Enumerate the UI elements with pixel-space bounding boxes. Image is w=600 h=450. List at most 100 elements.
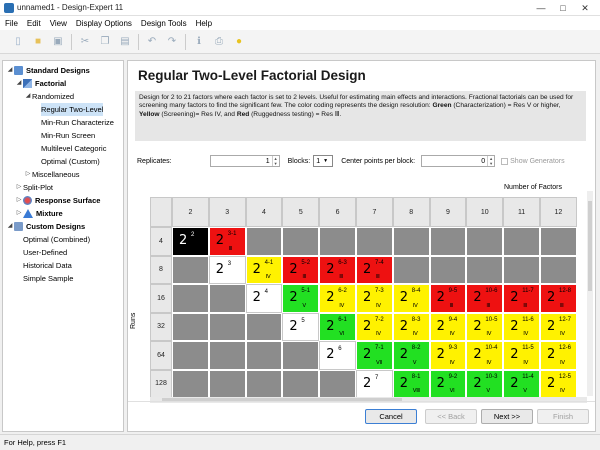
expand-arrow-icon[interactable]: ▷ (15, 181, 23, 194)
design-cell[interactable]: 2 9-4 Ⅳ (429, 312, 467, 341)
collapse-arrow-icon[interactable]: ◢ (24, 90, 32, 103)
design-cell[interactable]: 2 7-1 Ⅶ (356, 341, 393, 370)
tree-item[interactable]: ◢ Custom Designs (3, 220, 123, 233)
maximize-icon[interactable]: □ (552, 3, 574, 13)
cut-icon[interactable]: ✂ (77, 34, 93, 50)
tree-item[interactable]: Simple Sample (3, 272, 123, 285)
menu-display-options[interactable]: Display Options (76, 19, 132, 28)
tree-item[interactable]: Min-Run Characterize (3, 116, 123, 129)
tree-item[interactable]: ◢ Randomized (3, 90, 123, 103)
design-resolution: Ⅲ (376, 274, 380, 280)
open-folder-icon[interactable]: ■ (30, 34, 46, 50)
design-cell[interactable]: 2 11-5 Ⅳ (503, 341, 540, 370)
center-points-input[interactable]: 0 ▲ ▼ (421, 155, 496, 167)
info-icon[interactable]: ℹ (191, 34, 207, 50)
design-cell[interactable]: 2 8-1 Ⅷ (392, 369, 430, 397)
vertical-scrollbar[interactable] (587, 191, 593, 396)
design-cell[interactable]: 2 11-4 Ⅴ (503, 369, 540, 397)
redo-icon[interactable]: ↷ (164, 34, 180, 50)
design-cell[interactable]: 2 10-5 Ⅳ (466, 312, 504, 341)
expand-arrow-icon[interactable]: ▷ (15, 207, 23, 220)
design-cell[interactable]: 2 6-3 Ⅲ (319, 255, 356, 284)
design-cell[interactable]: 2 12-5 Ⅳ (540, 369, 577, 397)
collapse-arrow-icon[interactable]: ◢ (6, 64, 14, 77)
tip-bulb-icon[interactable]: ● (231, 34, 247, 50)
design-cell[interactable]: 2 10-6 Ⅲ (466, 284, 504, 313)
tree-item[interactable]: ▷ Mixture (3, 207, 123, 220)
design-cell[interactable]: 2 12-6 Ⅳ (540, 341, 577, 370)
design-cell[interactable]: 2 10-4 Ⅳ (466, 341, 504, 370)
tree-item[interactable]: ▷ Response Surface (3, 194, 123, 207)
design-cell[interactable]: 23 (208, 255, 246, 284)
replicates-spinner[interactable]: ▲ ▼ (271, 156, 279, 166)
design-cell[interactable]: 26 (319, 341, 356, 370)
design-resolution: Ⅳ (412, 331, 418, 337)
collapse-arrow-icon[interactable]: ◢ (6, 220, 14, 233)
design-cell[interactable]: 2 11-6 Ⅳ (503, 312, 540, 341)
close-icon[interactable]: ✕ (574, 3, 596, 14)
tree-item[interactable]: Optimal (Combined) (3, 233, 123, 246)
design-cell[interactable]: 2 9-3 Ⅳ (429, 341, 467, 370)
design-cell[interactable]: 2 6-1 Ⅵ (319, 312, 356, 341)
design-cell[interactable]: 2 7-4 Ⅲ (356, 255, 393, 284)
copy-icon[interactable]: ❐ (97, 34, 113, 50)
design-cell[interactable]: 24 (245, 284, 283, 313)
design-cell[interactable]: 2 11-7 Ⅲ (503, 284, 540, 313)
design-cell[interactable]: 2 9-5 Ⅲ (429, 284, 467, 313)
menu-design-tools[interactable]: Design Tools (141, 19, 187, 28)
design-cell[interactable]: 2 9-2 Ⅵ (429, 369, 467, 397)
center-points-value: 0 (481, 157, 486, 165)
tree-item[interactable]: Optimal (Custom) (3, 155, 123, 168)
center-points-spinner[interactable]: ▲ ▼ (487, 156, 494, 166)
tree-item[interactable]: Regular Two-Level (3, 103, 123, 116)
design-notation: 24 (247, 285, 282, 312)
paste-icon[interactable]: ▤ (117, 34, 133, 50)
design-base: 2 (363, 261, 372, 277)
horizontal-scrollbar[interactable] (150, 397, 587, 403)
design-cell[interactable]: 2 7-3 Ⅳ (356, 284, 393, 313)
tree-item[interactable]: Multilevel Categoric (3, 142, 123, 155)
finish-button[interactable]: Finish (537, 409, 589, 424)
design-cell[interactable]: 2 10-3 Ⅴ (466, 369, 504, 397)
scrollbar-thumb[interactable] (588, 201, 592, 291)
tree-item[interactable]: ▷ Split-Plot (3, 181, 123, 194)
design-cell[interactable]: 27 (356, 369, 393, 397)
next-button[interactable]: Next >> (481, 409, 533, 424)
design-cell[interactable]: 2 7-2 Ⅳ (356, 312, 393, 341)
back-button[interactable]: << Back (425, 409, 477, 424)
print-icon[interactable]: ⎙ (211, 34, 227, 50)
collapse-arrow-icon[interactable]: ◢ (15, 77, 23, 90)
tree-item[interactable]: User-Defined (3, 246, 123, 259)
blocks-select[interactable]: 1 ▼ (313, 155, 334, 167)
expand-arrow-icon[interactable]: ▷ (24, 168, 32, 181)
design-cell[interactable]: 2 12-7 Ⅳ (540, 312, 577, 341)
show-generators-checkbox[interactable]: Show Generators (501, 157, 565, 165)
design-cell[interactable]: 2 8-2 Ⅴ (392, 341, 430, 370)
new-document-icon[interactable]: ▯ (10, 34, 26, 50)
cancel-button[interactable]: Cancel (365, 409, 417, 424)
design-cell[interactable]: 2 6-2 Ⅳ (319, 284, 356, 313)
design-cell[interactable]: 2 8-4 Ⅳ (392, 284, 430, 313)
tree-item[interactable]: Min-Run Screen (3, 129, 123, 142)
menu-file[interactable]: File (5, 19, 18, 28)
menu-view[interactable]: View (50, 19, 67, 28)
design-cell[interactable]: 2 12-8 Ⅲ (540, 284, 577, 313)
design-cell[interactable]: 2 5-1 Ⅴ (282, 284, 320, 313)
replicates-input[interactable]: 1 ▲ ▼ (209, 155, 280, 167)
design-cell[interactable]: 2 8-3 Ⅳ (392, 312, 430, 341)
design-cell[interactable]: 2 4-1 Ⅳ (245, 255, 283, 284)
design-cell[interactable]: 22 (172, 227, 209, 256)
design-cell[interactable]: 2 5-2 Ⅲ (282, 255, 320, 284)
expand-arrow-icon[interactable]: ▷ (15, 194, 23, 207)
menu-edit[interactable]: Edit (27, 19, 41, 28)
tree-item[interactable]: ◢ Standard Designs (3, 64, 123, 77)
undo-icon[interactable]: ↶ (144, 34, 160, 50)
minimize-icon[interactable]: — (530, 3, 552, 13)
menu-help[interactable]: Help (196, 19, 212, 28)
design-cell[interactable]: 2 3-1 Ⅲ (208, 227, 246, 256)
tree-item[interactable]: ▷ Miscellaneous (3, 168, 123, 181)
tree-item[interactable]: ◢ Factorial (3, 77, 123, 90)
tree-item[interactable]: Historical Data (3, 259, 123, 272)
save-icon[interactable]: ▣ (50, 34, 66, 50)
design-cell[interactable]: 25 (282, 312, 320, 341)
